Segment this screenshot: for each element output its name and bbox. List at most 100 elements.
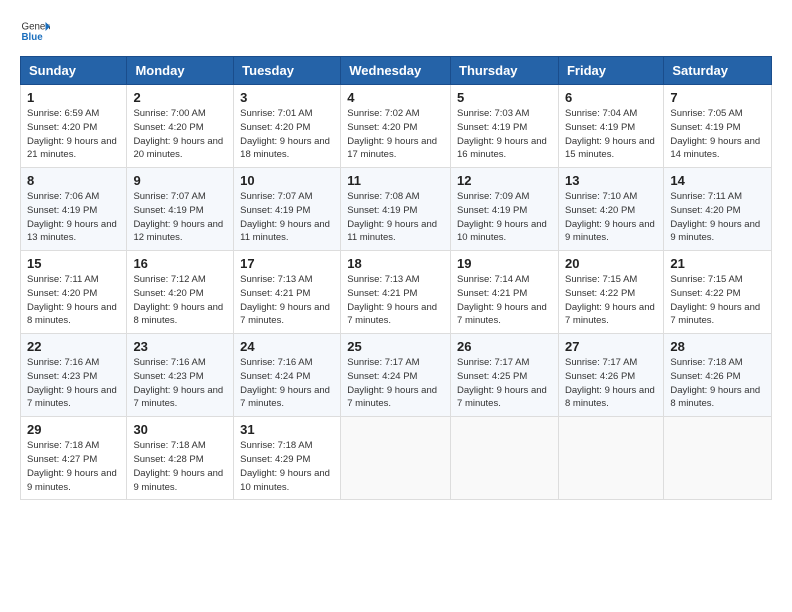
cell-info: Sunrise: 7:16 AMSunset: 4:23 PMDaylight:… [133,357,223,409]
calendar-cell [664,417,772,500]
cell-info: Sunrise: 7:15 AMSunset: 4:22 PMDaylight:… [565,274,655,326]
day-number: 31 [240,422,334,437]
day-number: 30 [133,422,227,437]
calendar-cell: 18 Sunrise: 7:13 AMSunset: 4:21 PMDayligh… [341,251,451,334]
day-number: 28 [670,339,765,354]
day-number: 13 [565,173,657,188]
cell-info: Sunrise: 7:17 AMSunset: 4:26 PMDaylight:… [565,357,655,409]
cell-info: Sunrise: 7:16 AMSunset: 4:23 PMDaylight:… [27,357,117,409]
calendar-cell [451,417,559,500]
day-number: 6 [565,90,657,105]
day-number: 5 [457,90,552,105]
day-number: 9 [133,173,227,188]
calendar-cell: 20 Sunrise: 7:15 AMSunset: 4:22 PMDayligh… [558,251,663,334]
day-number: 15 [27,256,120,271]
calendar-cell: 1 Sunrise: 6:59 AMSunset: 4:20 PMDaylight… [21,85,127,168]
calendar-cell: 6 Sunrise: 7:04 AMSunset: 4:19 PMDaylight… [558,85,663,168]
cell-info: Sunrise: 7:06 AMSunset: 4:19 PMDaylight:… [27,191,117,243]
day-number: 23 [133,339,227,354]
weekday-header: Monday [127,57,234,85]
calendar-cell: 16 Sunrise: 7:12 AMSunset: 4:20 PMDayligh… [127,251,234,334]
day-number: 21 [670,256,765,271]
day-number: 7 [670,90,765,105]
logo-icon: General Blue [20,16,50,46]
day-number: 27 [565,339,657,354]
cell-info: Sunrise: 7:04 AMSunset: 4:19 PMDaylight:… [565,108,655,160]
cell-info: Sunrise: 6:59 AMSunset: 4:20 PMDaylight:… [27,108,117,160]
cell-info: Sunrise: 7:05 AMSunset: 4:19 PMDaylight:… [670,108,760,160]
svg-text:Blue: Blue [22,32,44,43]
calendar-cell: 21 Sunrise: 7:15 AMSunset: 4:22 PMDayligh… [664,251,772,334]
calendar-week-row: 15 Sunrise: 7:11 AMSunset: 4:20 PMDayligh… [21,251,772,334]
calendar-cell: 19Sunrise: 7:14 AMSunset: 4:21 PMDayligh… [451,251,559,334]
day-number: 11 [347,173,444,188]
calendar-week-row: 1 Sunrise: 6:59 AMSunset: 4:20 PMDaylight… [21,85,772,168]
day-number: 12 [457,173,552,188]
calendar-cell: 2Sunrise: 7:00 AMSunset: 4:20 PMDaylight… [127,85,234,168]
day-number: 4 [347,90,444,105]
calendar-cell: 4 Sunrise: 7:02 AMSunset: 4:20 PMDaylight… [341,85,451,168]
day-number: 29 [27,422,120,437]
cell-info: Sunrise: 7:18 AMSunset: 4:29 PMDaylight:… [240,440,330,492]
calendar-cell: 8 Sunrise: 7:06 AMSunset: 4:19 PMDaylight… [21,168,127,251]
cell-info: Sunrise: 7:13 AMSunset: 4:21 PMDaylight:… [240,274,330,326]
calendar-cell: 29 Sunrise: 7:18 AMSunset: 4:27 PMDayligh… [21,417,127,500]
calendar-week-row: 22 Sunrise: 7:16 AMSunset: 4:23 PMDayligh… [21,334,772,417]
logo: General Blue [20,16,54,46]
day-number: 8 [27,173,120,188]
cell-info: Sunrise: 7:18 AMSunset: 4:26 PMDaylight:… [670,357,760,409]
cell-info: Sunrise: 7:18 AMSunset: 4:27 PMDaylight:… [27,440,117,492]
calendar-cell: 31 Sunrise: 7:18 AMSunset: 4:29 PMDayligh… [234,417,341,500]
calendar-cell [558,417,663,500]
day-number: 10 [240,173,334,188]
calendar-cell: 22 Sunrise: 7:16 AMSunset: 4:23 PMDayligh… [21,334,127,417]
day-number: 2 [133,90,227,105]
calendar-cell: 12 Sunrise: 7:09 AMSunset: 4:19 PMDayligh… [451,168,559,251]
day-number: 1 [27,90,120,105]
cell-info: Sunrise: 7:15 AMSunset: 4:22 PMDaylight:… [670,274,760,326]
calendar-cell: 27 Sunrise: 7:17 AMSunset: 4:26 PMDayligh… [558,334,663,417]
cell-info: Sunrise: 7:14 AMSunset: 4:21 PMDaylight:… [457,274,547,326]
cell-info: Sunrise: 7:01 AMSunset: 4:20 PMDaylight:… [240,108,330,160]
day-number: 25 [347,339,444,354]
cell-info: Sunrise: 7:02 AMSunset: 4:20 PMDaylight:… [347,108,437,160]
calendar-cell: 23 Sunrise: 7:16 AMSunset: 4:23 PMDayligh… [127,334,234,417]
day-number: 26 [457,339,552,354]
day-number: 20 [565,256,657,271]
day-number: 17 [240,256,334,271]
calendar-cell: 26 Sunrise: 7:17 AMSunset: 4:25 PMDayligh… [451,334,559,417]
cell-info: Sunrise: 7:11 AMSunset: 4:20 PMDaylight:… [670,191,760,243]
calendar-cell: 15 Sunrise: 7:11 AMSunset: 4:20 PMDayligh… [21,251,127,334]
day-number: 3 [240,90,334,105]
day-number: 18 [347,256,444,271]
calendar-header-row: SundayMondayTuesdayWednesdayThursdayFrid… [21,57,772,85]
cell-info: Sunrise: 7:18 AMSunset: 4:28 PMDaylight:… [133,440,223,492]
day-number: 22 [27,339,120,354]
day-number: 24 [240,339,334,354]
weekday-header: Thursday [451,57,559,85]
cell-info: Sunrise: 7:11 AMSunset: 4:20 PMDaylight:… [27,274,117,326]
cell-info: Sunrise: 7:13 AMSunset: 4:21 PMDaylight:… [347,274,437,326]
weekday-header: Saturday [664,57,772,85]
cell-info: Sunrise: 7:17 AMSunset: 4:24 PMDaylight:… [347,357,437,409]
calendar-week-row: 8 Sunrise: 7:06 AMSunset: 4:19 PMDaylight… [21,168,772,251]
day-number: 16 [133,256,227,271]
calendar-cell: 28 Sunrise: 7:18 AMSunset: 4:26 PMDayligh… [664,334,772,417]
calendar-cell: 11Sunrise: 7:08 AMSunset: 4:19 PMDayligh… [341,168,451,251]
cell-info: Sunrise: 7:17 AMSunset: 4:25 PMDaylight:… [457,357,547,409]
weekday-header: Friday [558,57,663,85]
calendar-cell: 9Sunrise: 7:07 AMSunset: 4:19 PMDaylight… [127,168,234,251]
calendar-cell: 7 Sunrise: 7:05 AMSunset: 4:19 PMDaylight… [664,85,772,168]
weekday-header: Sunday [21,57,127,85]
weekday-header: Wednesday [341,57,451,85]
calendar-cell: 3 Sunrise: 7:01 AMSunset: 4:20 PMDaylight… [234,85,341,168]
calendar-cell: 5Sunrise: 7:03 AMSunset: 4:19 PMDaylight… [451,85,559,168]
calendar-week-row: 29 Sunrise: 7:18 AMSunset: 4:27 PMDayligh… [21,417,772,500]
cell-info: Sunrise: 7:12 AMSunset: 4:20 PMDaylight:… [133,274,223,326]
cell-info: Sunrise: 7:07 AMSunset: 4:19 PMDaylight:… [240,191,330,243]
cell-info: Sunrise: 7:10 AMSunset: 4:20 PMDaylight:… [565,191,655,243]
calendar-cell: 13 Sunrise: 7:10 AMSunset: 4:20 PMDayligh… [558,168,663,251]
cell-info: Sunrise: 7:09 AMSunset: 4:19 PMDaylight:… [457,191,547,243]
day-number: 14 [670,173,765,188]
weekday-header: Tuesday [234,57,341,85]
